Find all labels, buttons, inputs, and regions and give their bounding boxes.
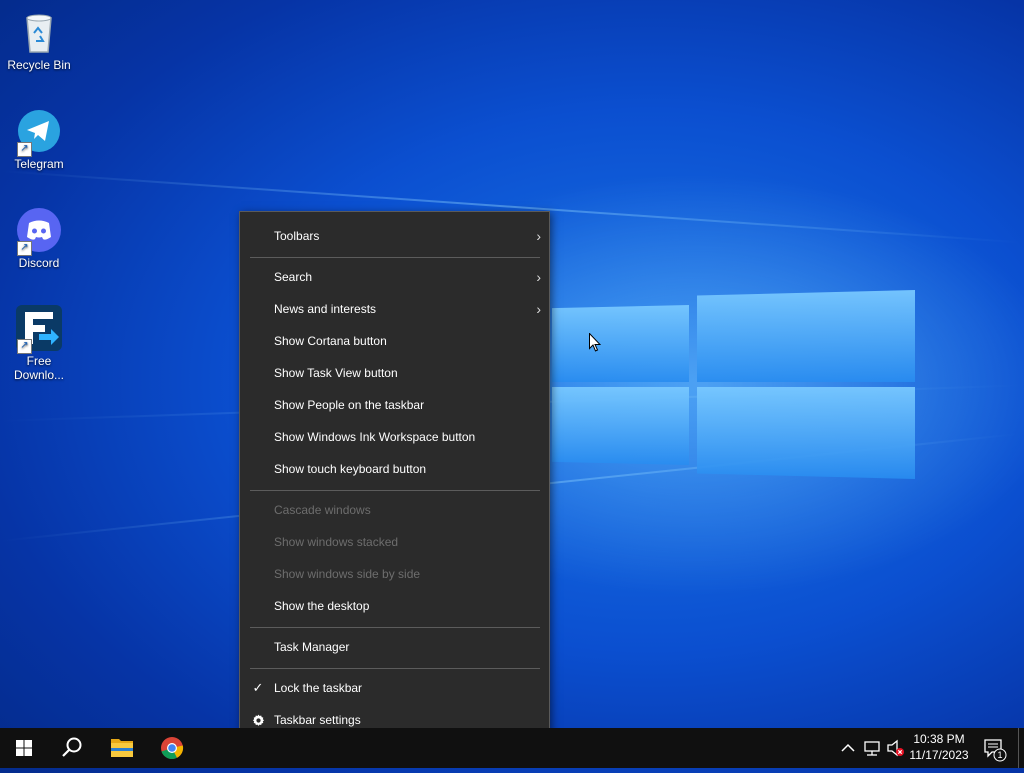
telegram-icon: ↗	[15, 107, 63, 157]
menu-item-label: News and interests	[274, 302, 377, 316]
chrome-icon	[161, 737, 184, 760]
menu-item-cascade-windows: Cascade windows	[240, 494, 549, 526]
menu-item-label: Show touch keyboard button	[274, 462, 427, 476]
taskbar-search-button[interactable]	[48, 728, 96, 768]
file-explorer-icon	[111, 739, 133, 757]
taskbar-chrome[interactable]	[148, 728, 196, 768]
menu-separator	[250, 668, 540, 669]
menu-item-label: Show the desktop	[274, 599, 370, 613]
desktop-icon-label: Telegram	[14, 157, 64, 171]
chevron-right-icon: ›	[536, 301, 541, 317]
menu-item-label: Lock the taskbar	[274, 681, 363, 695]
menu-item-label: Toolbars	[274, 229, 320, 243]
shortcut-arrow-icon: ↗	[17, 339, 32, 354]
menu-separator	[250, 490, 540, 491]
menu-separator	[250, 257, 540, 258]
menu-item-task-manager[interactable]: Task Manager	[240, 631, 549, 663]
shortcut-arrow-icon: ↗	[17, 142, 32, 157]
menu-item-label: Show windows stacked	[274, 535, 399, 549]
menu-item-label: Show People on the taskbar	[274, 398, 425, 412]
notification-count-badge: 1	[997, 750, 1003, 760]
menu-item-show-the-desktop[interactable]: Show the desktop	[240, 590, 549, 622]
menu-item-label: Show Windows Ink Workspace button	[274, 430, 476, 444]
free-download-manager-icon: ↗	[15, 304, 63, 354]
menu-item-lock-the-taskbar[interactable]: ✓ Lock the taskbar	[240, 672, 549, 704]
menu-item-label: Cascade windows	[274, 503, 371, 517]
menu-item-label: Show windows side by side	[274, 567, 421, 581]
menu-item-label: Task Manager	[274, 640, 350, 654]
show-hidden-icons-button[interactable]	[836, 728, 860, 768]
mouse-cursor-icon	[589, 332, 602, 357]
desktop-icon-label: Downlo...	[13, 368, 65, 382]
taskbar-context-menu: Toolbars › Search › News and interests ›…	[239, 211, 550, 743]
taskbar: 10:38 PM 11/17/2023 1	[0, 728, 1024, 768]
desktop-icon-free-download-manager[interactable]: ↗ Free Downlo...	[6, 304, 72, 382]
menu-item-show-people[interactable]: Show People on the taskbar	[240, 389, 549, 421]
menu-item-toolbars[interactable]: Toolbars ›	[240, 220, 549, 252]
discord-icon: ↗	[15, 206, 63, 256]
taskbar-clock[interactable]: 10:38 PM 11/17/2023	[900, 731, 978, 763]
start-button[interactable]	[0, 728, 48, 768]
menu-item-label: Search	[274, 270, 313, 284]
recycle-bin-icon	[15, 8, 63, 56]
clock-date: 11/17/2023	[909, 748, 969, 762]
menu-item-label: Show Cortana button	[274, 334, 387, 348]
checkmark-icon: ✓	[252, 680, 264, 695]
menu-item-show-cortana-button[interactable]: Show Cortana button	[240, 325, 549, 357]
menu-item-label: Show Task View button	[274, 366, 398, 380]
logo-pane	[552, 305, 689, 382]
menu-item-show-touch-keyboard[interactable]: Show touch keyboard button	[240, 453, 549, 485]
clock-time: 10:38 PM	[913, 732, 965, 746]
menu-item-show-task-view-button[interactable]: Show Task View button	[240, 357, 549, 389]
desktop-icon-recycle-bin[interactable]: Recycle Bin	[6, 8, 72, 72]
desktop-icon-discord[interactable]: ↗ Discord	[6, 206, 72, 270]
logo-pane	[697, 290, 915, 382]
show-desktop-button[interactable]	[1018, 728, 1024, 768]
desktop-icon-label: Free	[26, 354, 52, 368]
search-icon	[62, 737, 82, 757]
desktop-icon-label: Recycle Bin	[7, 58, 71, 72]
notification-icon	[984, 739, 1007, 762]
chevron-right-icon: ›	[536, 228, 541, 244]
windows-start-icon	[16, 740, 32, 756]
desktop-icon-telegram[interactable]: ↗ Telegram	[6, 107, 72, 171]
menu-separator	[250, 627, 540, 628]
shortcut-arrow-icon: ↗	[17, 241, 32, 256]
network-icon	[864, 741, 880, 756]
taskbar-file-explorer[interactable]	[98, 728, 146, 768]
menu-item-news-and-interests[interactable]: News and interests ›	[240, 293, 549, 325]
logo-pane	[697, 387, 915, 479]
network-tray-button[interactable]	[860, 728, 884, 768]
logo-pane	[552, 387, 689, 465]
menu-item-show-windows-ink[interactable]: Show Windows Ink Workspace button	[240, 421, 549, 453]
action-center-button[interactable]: 1	[980, 728, 1008, 768]
menu-item-show-windows-stacked: Show windows stacked	[240, 526, 549, 558]
chevron-right-icon: ›	[536, 269, 541, 285]
chevron-up-icon	[841, 743, 855, 752]
desktop-icon-label: Discord	[18, 256, 60, 270]
menu-item-show-windows-side-by-side: Show windows side by side	[240, 558, 549, 590]
menu-item-search[interactable]: Search ›	[240, 261, 549, 293]
